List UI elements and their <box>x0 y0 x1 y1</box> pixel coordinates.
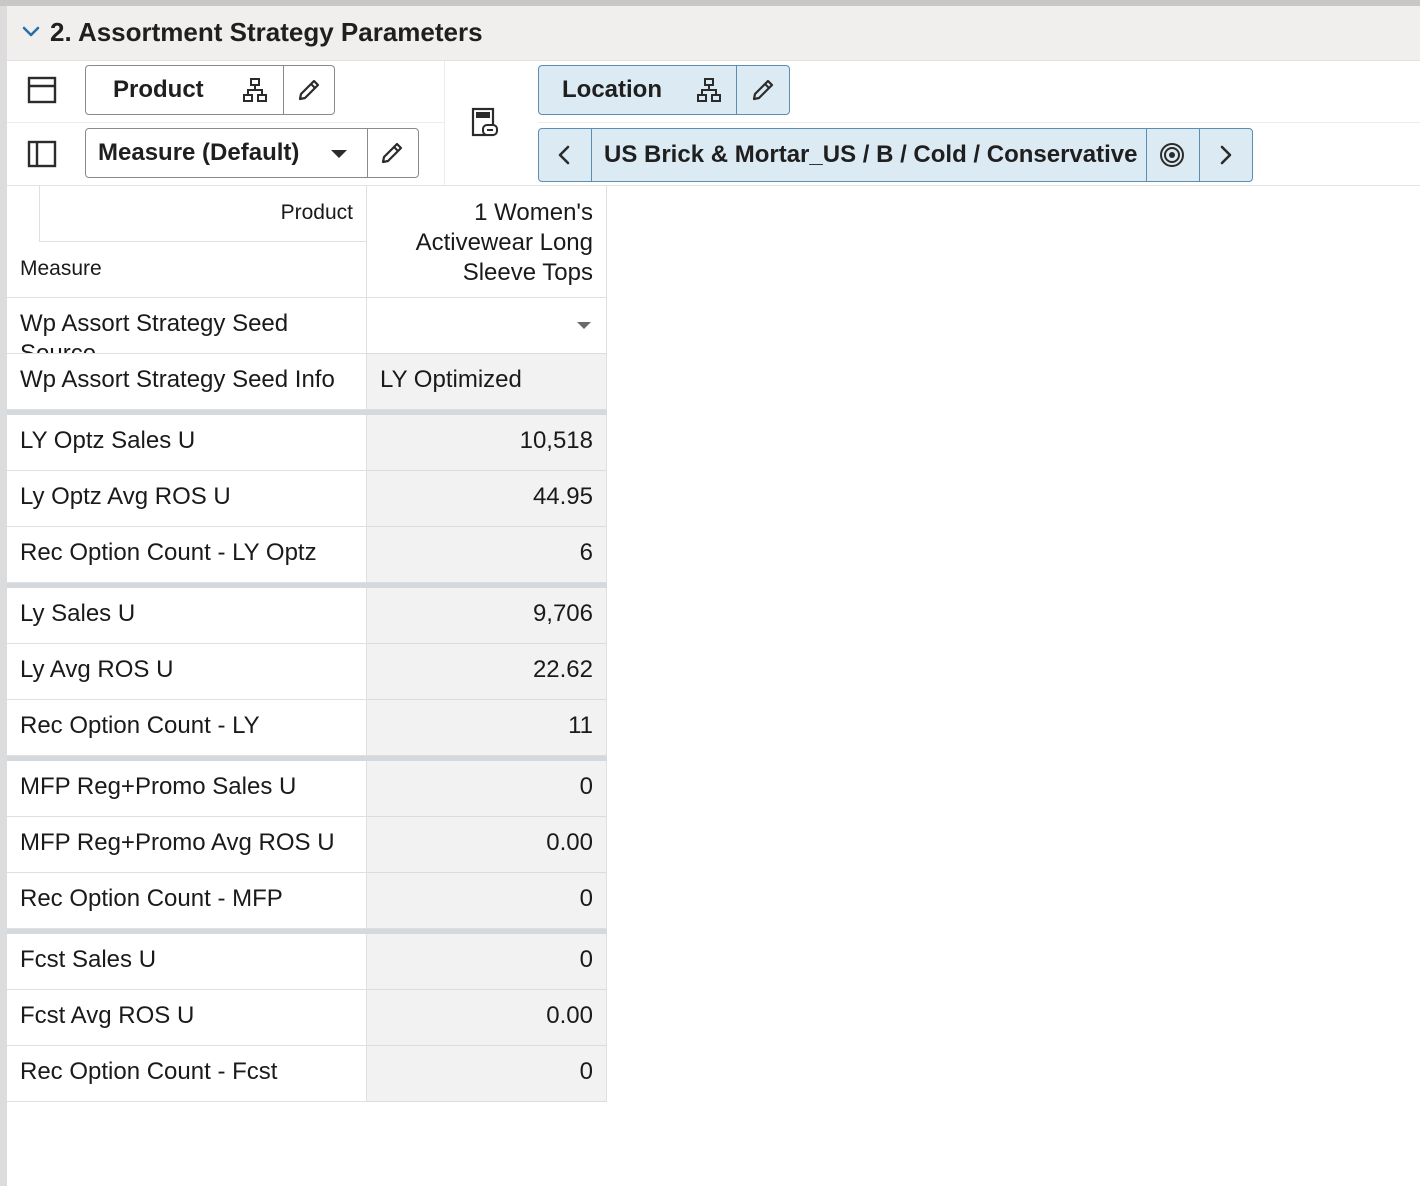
section-title: 2. Assortment Strategy Parameters <box>50 17 483 47</box>
seed-source-dropdown[interactable] <box>367 298 607 354</box>
corner-spacer <box>7 186 40 242</box>
chevron-right-icon[interactable] <box>1212 142 1238 168</box>
row-value[interactable]: 11 <box>367 700 607 756</box>
location-page-navigator[interactable]: US Brick & Mortar_US / B / Cold / Conser… <box>538 128 1253 182</box>
edit-pencil-icon[interactable] <box>296 77 322 103</box>
location-dimension-label: Location <box>562 76 662 103</box>
row-label: Ly Optz Avg ROS U <box>7 471 367 527</box>
row-label: Ly Avg ROS U <box>7 644 367 700</box>
page-link-icon[interactable] <box>468 105 504 141</box>
row-value[interactable]: 10,518 <box>367 415 607 471</box>
row-value[interactable]: 0 <box>367 873 607 929</box>
measure-dimension-label: Measure (Default) <box>98 139 300 166</box>
row-label: MFP Reg+Promo Avg ROS U <box>7 817 367 873</box>
row-label-seed-info: Wp Assort Strategy Seed Info <box>7 354 367 410</box>
edit-pencil-icon[interactable] <box>379 140 405 166</box>
row-value[interactable]: 0.00 <box>367 990 607 1046</box>
row-value[interactable]: 0 <box>367 934 607 990</box>
left-edge <box>0 6 7 1186</box>
location-path[interactable]: US Brick & Mortar_US / B / Cold / Conser… <box>604 129 1137 181</box>
product-header-label: Product <box>40 186 367 242</box>
location-dimension-tile[interactable]: Location <box>538 65 790 115</box>
row-label: MFP Reg+Promo Sales U <box>7 761 367 817</box>
measure-header-label: Measure <box>7 242 367 298</box>
row-value[interactable]: 6 <box>367 527 607 583</box>
column-layout-icon[interactable] <box>24 136 60 172</box>
measure-dimension-tile[interactable]: Measure (Default) <box>85 128 419 178</box>
toolbar-row-divider <box>7 122 444 123</box>
row-value[interactable]: 0 <box>367 1046 607 1102</box>
row-label: Fcst Avg ROS U <box>7 990 367 1046</box>
row-label: Rec Option Count - LY Optz <box>7 527 367 583</box>
product-dimension-label: Product <box>113 76 204 103</box>
product-dimension-tile[interactable]: Product <box>85 65 335 115</box>
row-value[interactable]: 0.00 <box>367 817 607 873</box>
row-value[interactable]: 9,706 <box>367 588 607 644</box>
row-value[interactable]: 22.62 <box>367 644 607 700</box>
edit-pencil-icon[interactable] <box>750 77 776 103</box>
row-value[interactable]: 44.95 <box>367 471 607 527</box>
chevron-down-icon[interactable] <box>21 22 41 42</box>
hierarchy-icon[interactable] <box>696 77 722 103</box>
row-label: LY Optz Sales U <box>7 415 367 471</box>
target-icon[interactable] <box>1159 142 1185 168</box>
chevron-left-icon[interactable] <box>552 142 578 168</box>
section-header[interactable]: 2. Assortment Strategy Parameters <box>7 6 1420 61</box>
caret-down-icon[interactable] <box>326 140 352 166</box>
caret-down-icon[interactable] <box>575 318 593 332</box>
row-label: Rec Option Count - Fcst <box>7 1046 367 1102</box>
row-layout-icon[interactable] <box>24 72 60 108</box>
row-value[interactable]: 0 <box>367 761 607 817</box>
row-label: Fcst Sales U <box>7 934 367 990</box>
hierarchy-icon[interactable] <box>242 77 268 103</box>
seed-info-value[interactable]: LY Optimized <box>367 354 607 410</box>
pivot-toolbar: Product Measure (Default) Location US Br… <box>7 61 1420 186</box>
toolbar-row-divider-right <box>538 122 1420 123</box>
product-column-header[interactable]: 1 Women's Activewear Long Sleeve Tops <box>367 186 607 298</box>
row-label: Rec Option Count - MFP <box>7 873 367 929</box>
row-label: Rec Option Count - LY <box>7 700 367 756</box>
toolbar-divider <box>444 61 445 185</box>
row-label-seed-source: Wp Assort Strategy Seed Source <box>7 298 367 354</box>
row-label: Ly Sales U <box>7 588 367 644</box>
